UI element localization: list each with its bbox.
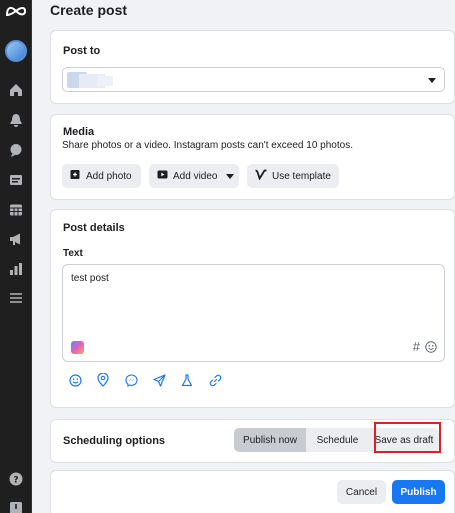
video-icon [157,169,168,183]
svg-text:?: ? [13,476,18,486]
ads-megaphone-icon[interactable] [6,229,26,249]
template-icon [255,169,267,183]
page-title: Create post [50,2,128,18]
add-video-button[interactable]: Add video [149,164,239,188]
emoji-icon[interactable] [425,341,437,356]
messenger-icon[interactable] [124,373,138,387]
ai-assistant-icon[interactable] [71,341,84,354]
media-title: Media [63,126,95,138]
home-icon[interactable] [6,80,26,100]
page-avatar[interactable] [5,40,27,62]
notifications-icon[interactable] [6,110,26,130]
left-nav-rail: ? [0,0,32,513]
scheduling-title: Scheduling options [63,435,166,447]
save-as-draft-highlight [374,422,441,453]
post-text-value: test post [71,273,109,284]
boost-send-icon[interactable] [152,373,166,387]
cancel-button[interactable]: Cancel [337,480,386,504]
insights-icon[interactable] [6,259,26,279]
location-pin-icon[interactable] [96,373,110,387]
schedule-option[interactable]: Schedule [306,428,369,452]
add-photo-button[interactable]: Add photo [62,164,141,188]
menu-icon[interactable] [6,288,26,308]
chevron-down-icon [428,78,436,83]
post-tools-row [68,373,222,387]
hashtag-icon[interactable]: # [413,339,420,354]
publish-now-option[interactable]: Publish now [234,428,306,452]
text-label: Text [63,248,83,259]
planner-icon[interactable] [6,200,26,220]
media-subtitle: Share photos or a video. Instagram posts… [62,140,353,151]
use-template-button[interactable]: Use template [247,164,339,188]
create-post-panel: Create post Post to Media Share photos o… [50,0,455,513]
chevron-down-icon [226,173,235,179]
flask-icon[interactable] [180,373,194,387]
feeling-emoji-icon[interactable] [68,373,82,387]
link-icon[interactable] [208,373,222,387]
meta-logo-icon[interactable] [4,2,28,20]
post-to-select[interactable] [62,67,445,92]
content-icon[interactable] [6,170,26,190]
post-details-title: Post details [63,222,125,234]
post-text-area[interactable]: test post # [62,264,445,362]
feedback-icon[interactable] [6,498,26,513]
help-icon[interactable]: ? [6,469,26,489]
publish-button[interactable]: Publish [392,480,445,504]
post-to-title: Post to [63,45,101,57]
add-photo-icon [70,169,81,183]
inbox-icon[interactable] [6,140,26,160]
